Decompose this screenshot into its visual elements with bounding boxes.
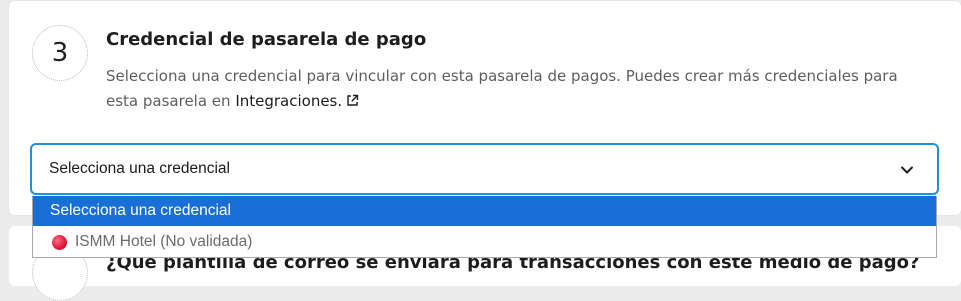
credential-select[interactable]: Selecciona una credencial	[30, 143, 939, 195]
option-label[interactable]: Selecciona una credencial	[50, 202, 231, 220]
external-link-icon[interactable]	[346, 90, 359, 115]
dropdown-option-ismm-hotel[interactable]: ISMM Hotel (No validada)	[33, 227, 936, 257]
option-label[interactable]: ISMM Hotel (No validada)	[75, 233, 252, 251]
description-text: Selecciona una credencial para vincular …	[106, 67, 898, 110]
credential-dropdown-list: Selecciona una credencial ISMM Hotel (No…	[32, 196, 937, 258]
section-title: Credencial de pasarela de pago	[106, 29, 427, 50]
credential-select-value[interactable]: Selecciona una credencial	[49, 160, 230, 178]
step-number: 3	[51, 38, 69, 68]
integrations-link[interactable]: Integraciones.	[235, 92, 359, 110]
section-description: Selecciona una credencial para vincular …	[106, 64, 928, 115]
step-number-badge: 3	[32, 25, 88, 81]
invalid-status-icon	[52, 234, 67, 250]
integrations-link-label[interactable]: Integraciones.	[235, 92, 342, 110]
chevron-down-icon[interactable]	[899, 162, 915, 182]
dropdown-option-placeholder[interactable]: Selecciona una credencial	[33, 196, 936, 226]
